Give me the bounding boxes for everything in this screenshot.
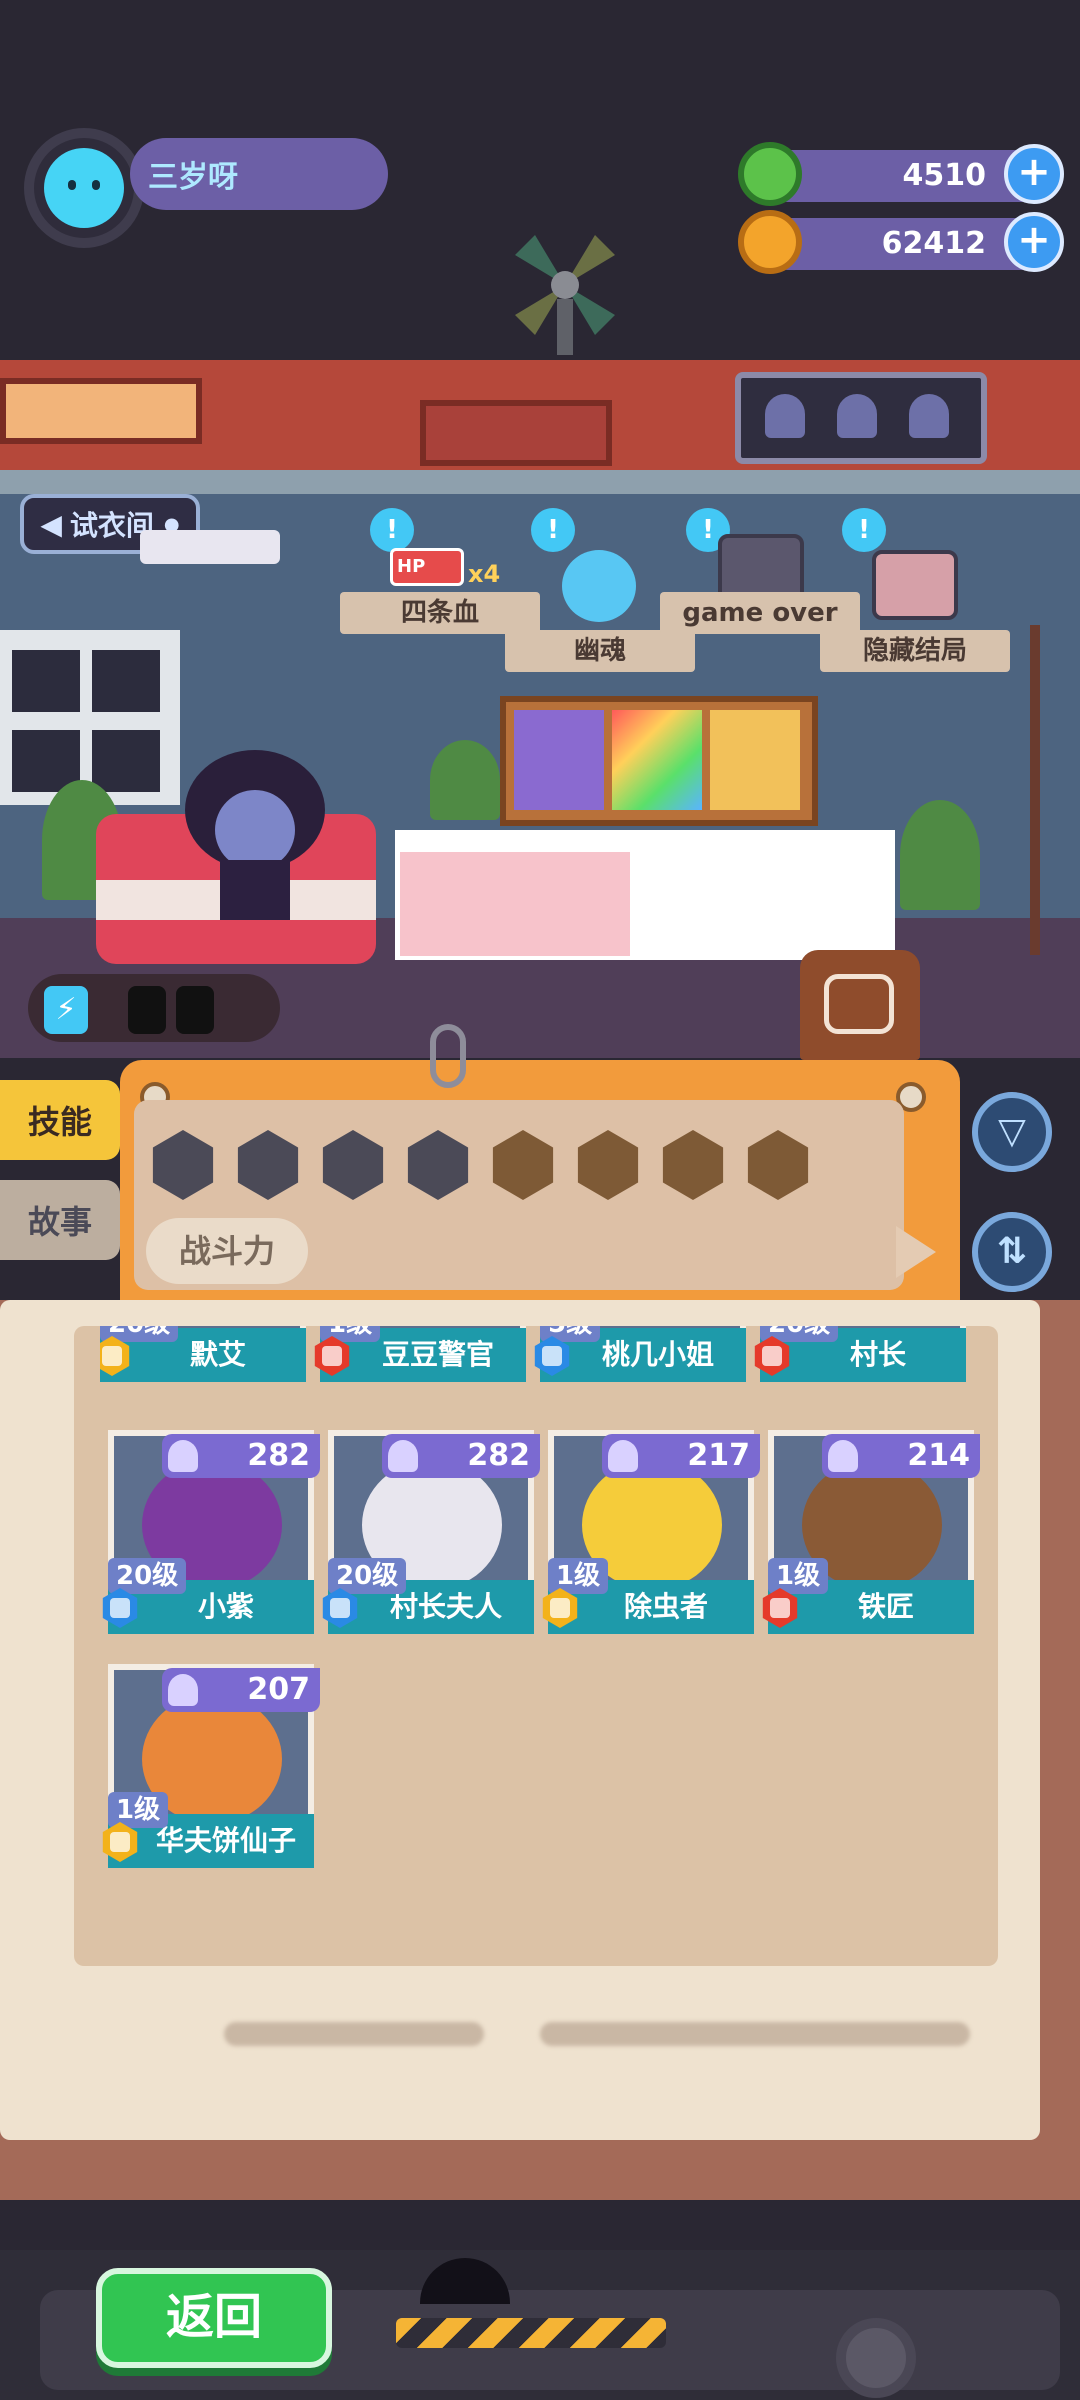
cards-icon (824, 974, 894, 1034)
paper-clip-icon (430, 1024, 466, 1088)
character-level: 1级 (768, 1558, 829, 1594)
hazard-stripe (396, 2318, 666, 2348)
character-card[interactable]: 207 华夫饼仙子 1级 (102, 1664, 320, 1884)
power-icon (168, 1440, 198, 1472)
play-icon[interactable] (896, 1226, 936, 1278)
alert-icon: ! (370, 508, 414, 552)
desk-drawer (400, 852, 630, 956)
power-badge: 282 (162, 1434, 320, 1478)
gem-count: 4510 (902, 158, 987, 193)
fan-icon (515, 235, 615, 355)
power-value: 217 (687, 1438, 750, 1473)
add-gem-button[interactable]: + (1004, 144, 1064, 204)
character-row-partial: 默艾 20级 豆豆警官 1级 桃几小姐 5级 村长 20级 (100, 1326, 980, 1408)
character-card[interactable]: 217 除虫者 1级 (542, 1430, 760, 1650)
ghost-icon (837, 394, 877, 438)
power-icon (608, 1440, 638, 1472)
sort-icon: ⇅ (996, 1231, 1028, 1272)
energy-slot (176, 986, 214, 1034)
power-badge: 282 (382, 1434, 540, 1478)
character-card[interactable]: 默艾 20级 (100, 1326, 306, 1398)
character-level: 1级 (108, 1792, 169, 1828)
ghost-icon (765, 394, 805, 438)
plant (430, 740, 500, 820)
back-arrow-icon: ◀ (40, 507, 62, 541)
costume-frame[interactable] (500, 696, 818, 826)
ending-four-hp[interactable]: 四条血 (340, 592, 540, 634)
currency-gem: 4510 + (738, 142, 1064, 206)
player-name: 三岁呀 (130, 138, 388, 210)
faded-text (540, 2022, 970, 2046)
character-card[interactable]: 214 铁匠 1级 (762, 1430, 980, 1650)
back-button[interactable]: 返回 (96, 2268, 332, 2368)
window (0, 630, 180, 805)
filter-icon: ▽ (998, 1111, 1026, 1152)
top-bar: 三岁呀 4510 + 62412 + (0, 0, 1080, 360)
alert-icon: ! (531, 508, 575, 552)
player-character[interactable] (170, 740, 340, 940)
hp-label: HP (397, 556, 426, 577)
power-label: 战斗力 (146, 1218, 308, 1284)
tab-story[interactable]: 故事 (0, 1180, 120, 1260)
alert-icon: ! (842, 508, 886, 552)
ending-hidden[interactable]: 隐藏结局 (820, 630, 1010, 672)
power-icon (168, 1674, 198, 1706)
green-gem-icon (738, 142, 802, 206)
tv-hidden-icon (872, 550, 958, 620)
power-value: 214 (907, 1438, 970, 1473)
character-card[interactable]: 282 小紫 20级 (102, 1430, 320, 1650)
power-icon (388, 1440, 418, 1472)
ghost-panel (735, 372, 987, 464)
cat-avatar-icon (44, 148, 124, 228)
ending-game-over[interactable]: game over (660, 592, 860, 634)
player-avatar[interactable] (24, 128, 144, 248)
gold-coin-icon (738, 210, 802, 274)
lamp (140, 530, 280, 564)
character-card[interactable]: 282 村长夫人 20级 (322, 1430, 540, 1650)
filter-button[interactable]: ▽ (972, 1092, 1052, 1172)
shelf-vent (420, 400, 612, 466)
tab-skill[interactable]: 技能 (0, 1080, 120, 1160)
gear-icon (836, 2318, 916, 2398)
window-pane (12, 650, 80, 712)
character-card[interactable]: 豆豆警官 1级 (314, 1326, 526, 1398)
energy-slot (128, 986, 166, 1034)
currency-coin: 62412 + (738, 210, 1064, 274)
avatar-eye (92, 180, 100, 190)
avatar-eye (68, 180, 76, 190)
character-card[interactable]: 桃几小姐 5级 (534, 1326, 746, 1398)
ghost-skull-icon (562, 550, 636, 622)
costume-slot[interactable] (710, 710, 800, 810)
costume-slot[interactable] (514, 710, 604, 810)
power-badge: 214 (822, 1434, 980, 1478)
power-badge: 207 (162, 1668, 320, 1712)
shelf-panel (0, 378, 202, 444)
hp-multiplier: x4 (468, 560, 501, 588)
window-pane (92, 730, 160, 792)
ghost-icon (909, 394, 949, 438)
power-icon (828, 1440, 858, 1472)
coin-count: 62412 (881, 226, 986, 261)
faded-text (224, 2022, 484, 2046)
energy-bolt-icon: ⚡ (44, 986, 88, 1034)
costume-slot[interactable] (612, 710, 702, 810)
add-coin-button[interactable]: + (1004, 212, 1064, 272)
ending-ghost[interactable]: 幽魂 (505, 630, 695, 672)
coat-rack (1030, 625, 1040, 955)
hp-battery-icon: HP (390, 548, 464, 586)
power-value: 207 (247, 1672, 310, 1707)
cards-toggle[interactable] (800, 950, 920, 1060)
window-pane (92, 650, 160, 712)
power-value: 282 (247, 1438, 310, 1473)
character-level: 1级 (548, 1558, 609, 1594)
power-badge: 217 (602, 1434, 760, 1478)
plant (900, 800, 980, 910)
power-value: 282 (467, 1438, 530, 1473)
wall-trim (0, 470, 1080, 494)
character-card[interactable]: 村长 20级 (754, 1326, 966, 1398)
sort-button[interactable]: ⇅ (972, 1212, 1052, 1292)
